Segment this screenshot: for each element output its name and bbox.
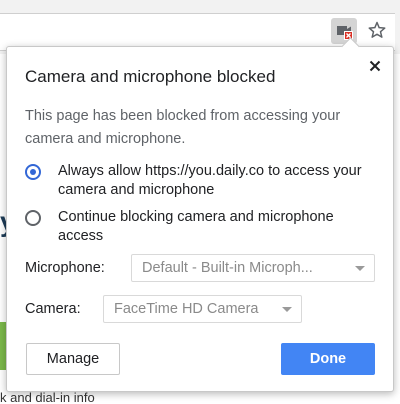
camera-select[interactable]: FaceTime HD Camera <box>103 295 302 323</box>
star-icon <box>368 21 386 38</box>
chevron-down-icon <box>355 266 365 271</box>
microphone-select[interactable]: Default - Built-in Microph... <box>131 254 375 282</box>
option-always-allow[interactable]: Always allow https://you.daily.co to acc… <box>25 162 363 200</box>
option-always-allow-label: Always allow https://you.daily.co to acc… <box>58 163 362 198</box>
close-icon <box>369 60 381 72</box>
page-footer-text: k and dial-in info <box>0 390 95 404</box>
camera-label: Camera: <box>25 301 81 317</box>
popup-title: Camera and microphone blocked <box>25 67 276 86</box>
microphone-label: Microphone: <box>25 260 105 276</box>
camera-select-value: FaceTime HD Camera <box>114 301 259 317</box>
manage-button[interactable]: Manage <box>26 343 120 375</box>
bookmark-star-button[interactable] <box>364 17 390 43</box>
option-continue-blocking-label: Continue blocking camera and microphone … <box>58 209 334 244</box>
done-button[interactable]: Done <box>281 343 375 375</box>
close-button[interactable] <box>368 59 382 73</box>
microphone-select-value: Default - Built-in Microph... <box>142 260 313 276</box>
popup-description: This page has been blocked from accessin… <box>25 108 341 147</box>
camera-microphone-permission-popup: Camera and microphone blocked This page … <box>6 37 394 392</box>
radio-continue-blocking[interactable] <box>25 210 41 226</box>
radio-always-allow[interactable] <box>25 164 41 180</box>
option-continue-blocking[interactable]: Continue blocking camera and microphone … <box>25 208 363 246</box>
chevron-down-icon <box>282 307 292 312</box>
